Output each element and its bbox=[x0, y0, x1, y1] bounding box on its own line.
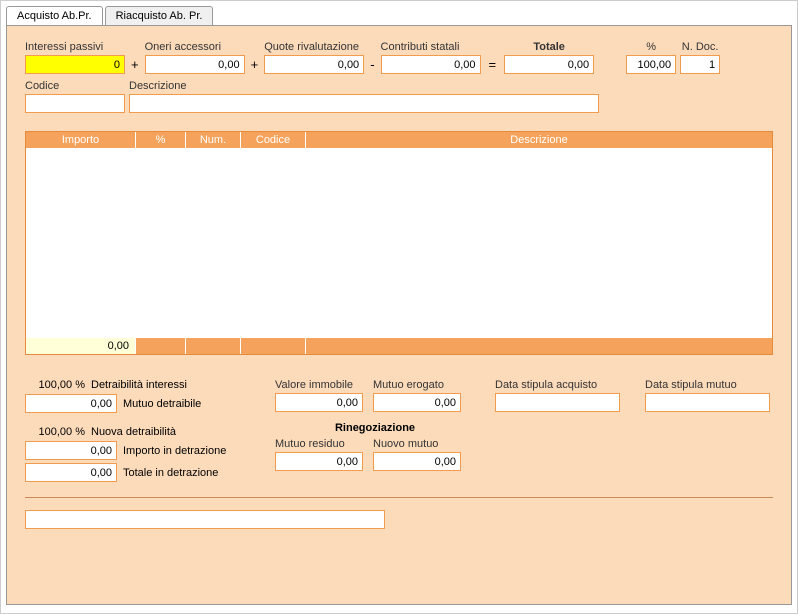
perc-input[interactable] bbox=[626, 55, 676, 74]
mutuo-detraibile-input[interactable] bbox=[25, 394, 117, 413]
data-mutuo-label: Data stipula mutuo bbox=[645, 379, 775, 391]
divider bbox=[25, 497, 773, 498]
col-data-mutuo: Data stipula mutuo bbox=[645, 379, 775, 485]
totale-detrazione-label: Totale in detrazione bbox=[123, 467, 255, 479]
th-codice: Codice bbox=[241, 132, 306, 148]
footer-importo: 0,00 bbox=[26, 338, 136, 354]
equals: = bbox=[485, 57, 501, 74]
mutuo-residuo-label: Mutuo residuo bbox=[275, 438, 363, 450]
detra-perc: 100,00 % bbox=[25, 379, 85, 391]
bottom-section: 100,00 % Detraibilità interessi Mutuo de… bbox=[25, 379, 773, 529]
ndoc-input[interactable] bbox=[680, 55, 720, 74]
nuova-perc: 100,00 % bbox=[25, 426, 85, 438]
table-header: Importo % Num. Codice Descrizione bbox=[26, 132, 772, 148]
tab-riacquisto[interactable]: Riacquisto Ab. Pr. bbox=[105, 6, 214, 25]
perc-label: % bbox=[626, 41, 676, 53]
valore-immobile-input[interactable] bbox=[275, 393, 363, 412]
tab-bar: Acquisto Ab.Pr. Riacquisto Ab. Pr. bbox=[1, 1, 797, 25]
nuovo-mutuo-label: Nuovo mutuo bbox=[373, 438, 461, 450]
descrizione-label: Descrizione bbox=[129, 80, 773, 92]
plus-2: + bbox=[249, 57, 261, 74]
data-mutuo-input[interactable] bbox=[645, 393, 770, 412]
interessi-label: Interessi passivi bbox=[25, 41, 125, 53]
col-data-acquisto: Data stipula acquisto bbox=[495, 379, 625, 485]
plus-1: + bbox=[129, 57, 141, 74]
th-perc: % bbox=[136, 132, 186, 148]
calc-row: Interessi passivi + Oneri accessori + Qu… bbox=[25, 41, 773, 74]
tab-acquisto[interactable]: Acquisto Ab.Pr. bbox=[6, 6, 103, 25]
mutuo-erogato-label: Mutuo erogato bbox=[373, 379, 461, 391]
totale-label: Totale bbox=[504, 41, 594, 53]
importo-detrazione-input[interactable] bbox=[25, 441, 117, 460]
bottom-text-input[interactable] bbox=[25, 510, 385, 529]
descrizione-input[interactable] bbox=[129, 94, 599, 113]
codice-input[interactable] bbox=[25, 94, 125, 113]
table-footer: 0,00 bbox=[26, 338, 772, 354]
codice-row: Codice Descrizione bbox=[25, 80, 773, 113]
items-table: Importo % Num. Codice Descrizione 0,00 bbox=[25, 131, 773, 355]
quote-input[interactable] bbox=[264, 55, 364, 74]
mutuo-erogato-input[interactable] bbox=[373, 393, 461, 412]
detra-label: Detraibilità interessi bbox=[91, 379, 255, 391]
data-acquisto-input[interactable] bbox=[495, 393, 620, 412]
totale-input[interactable] bbox=[504, 55, 594, 74]
th-importo: Importo bbox=[26, 132, 136, 148]
th-num: Num. bbox=[186, 132, 241, 148]
main-panel: Interessi passivi + Oneri accessori + Qu… bbox=[6, 25, 792, 605]
minus-1: - bbox=[368, 57, 376, 74]
ndoc-label: N. Doc. bbox=[680, 41, 720, 53]
importo-detrazione-label: Importo in detrazione bbox=[123, 445, 255, 457]
th-descrizione: Descrizione bbox=[306, 132, 772, 148]
oneri-input[interactable] bbox=[145, 55, 245, 74]
nuovo-mutuo-input[interactable] bbox=[373, 452, 461, 471]
bottom-bar bbox=[25, 510, 773, 529]
col-detraibilita: 100,00 % Detraibilità interessi Mutuo de… bbox=[25, 379, 255, 485]
mutuo-detraibile-label: Mutuo detraibile bbox=[123, 398, 255, 410]
oneri-label: Oneri accessori bbox=[145, 41, 245, 53]
contributi-input[interactable] bbox=[381, 55, 481, 74]
quote-label: Quote rivalutazione bbox=[264, 41, 364, 53]
interessi-input[interactable] bbox=[25, 55, 125, 74]
table-body[interactable] bbox=[26, 148, 772, 338]
col-immobile: Valore immobile Mutuo erogato Rinegoziaz… bbox=[275, 379, 475, 485]
mutuo-residuo-input[interactable] bbox=[275, 452, 363, 471]
codice-label: Codice bbox=[25, 80, 125, 92]
rinegoziazione-title: Rinegoziazione bbox=[275, 422, 475, 434]
nuova-label: Nuova detraibilità bbox=[91, 426, 255, 438]
contributi-label: Contributi statali bbox=[381, 41, 481, 53]
data-acquisto-label: Data stipula acquisto bbox=[495, 379, 625, 391]
totale-detrazione-input[interactable] bbox=[25, 463, 117, 482]
valore-immobile-label: Valore immobile bbox=[275, 379, 363, 391]
